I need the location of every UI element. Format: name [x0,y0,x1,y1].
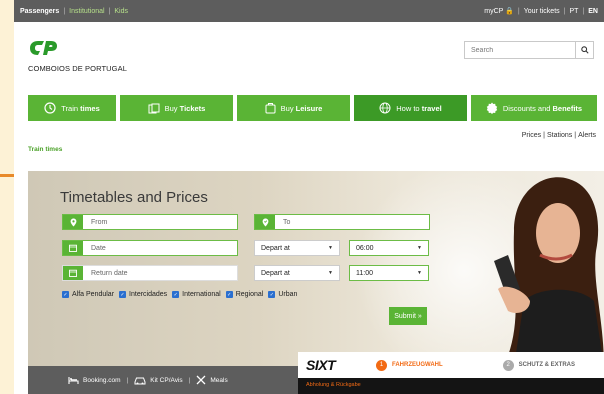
hero-photo-woman [494,177,604,366]
caret-down-icon: ▼ [417,270,422,276]
calendar-icon [63,241,83,255]
to-field[interactable]: To [254,214,430,230]
checkbox-regional[interactable]: ✓ Regional [225,291,263,298]
location-check-icon [255,215,275,229]
link-your-tickets[interactable]: Your tickets [524,8,560,15]
cp-logo[interactable] [28,40,58,56]
bed-icon [68,376,79,384]
link-stations[interactable]: Stations [547,132,572,139]
caret-down-icon: ▼ [417,245,422,251]
from-field[interactable]: From [62,214,238,230]
leisure-icon [265,103,276,114]
lang-pt[interactable]: PT [569,8,578,15]
caret-down-icon: ▼ [328,270,333,276]
link-kit-cp-avis[interactable]: Kit CP/Avis [134,376,183,385]
globe-icon [379,102,391,114]
search-icon [580,46,589,54]
checkmark-icon: ✓ [225,291,233,298]
breadcrumb[interactable]: Train times [28,146,62,153]
main-nav: Train times Buy Tickets Buy Leisure How … [28,95,597,121]
checkbox-international[interactable]: ✓ International [172,291,221,298]
bottom-links-bar: Booking.com | Kit CP/Avis | Meals [28,366,298,394]
link-booking[interactable]: Booking.com [68,376,121,385]
sixt-advertisement[interactable]: SIXT 1 FAHRZEUGWAHL 2 SCHUTZ & EXTRAS Abho… [298,352,604,394]
calendar-icon [63,266,83,280]
from-placeholder: From [91,218,108,226]
ad-step-2: 2 SCHUTZ & EXTRAS [502,359,575,371]
ad-pickup-return: Abholung & Rückgabe [298,378,604,394]
timetable-hero: Timetables and Prices From To Date Depar… [28,171,604,366]
date-field[interactable]: Date [62,240,238,256]
nav-how-to-travel[interactable]: How to travel [354,95,467,121]
to-placeholder: To [283,218,291,226]
depart-select-2[interactable]: Depart at ▼ [254,265,340,281]
link-passengers[interactable]: Passengers [20,8,59,15]
search-input[interactable] [465,42,575,58]
search-button[interactable] [575,42,593,58]
submit-button[interactable]: Submit » [389,307,427,325]
form-title: Timetables and Prices [60,189,208,206]
time-select-1[interactable]: 06:00 ▼ [349,240,429,256]
return-date-field[interactable]: Return date [62,265,238,281]
lock-icon: 🔒 [505,8,514,15]
tickets-icon [148,103,160,113]
lang-en[interactable]: EN [588,8,598,15]
link-kids[interactable]: Kids [114,8,128,15]
top-bar: Passengers | Institutional | Kids myCP 🔒… [14,0,604,22]
search-box [464,41,594,59]
nav-discounts-benefits[interactable]: Discounts and Benefits [471,95,597,121]
date-placeholder: Date [91,244,106,252]
location-pin-icon [63,215,83,229]
link-institutional[interactable]: Institutional [69,8,104,15]
depart-select-1[interactable]: Depart at ▼ [254,240,340,256]
checkmark-icon: ✓ [268,291,276,298]
checkbox-intercidades[interactable]: ✓ Intercidades [119,291,167,298]
logo-text: COMBOIOS DE PORTUGAL [28,64,127,73]
link-prices[interactable]: Prices [522,132,541,139]
link-alerts[interactable]: Alerts [578,132,596,139]
browser-page: Passengers | Institutional | Kids myCP 🔒… [14,0,604,394]
time-select-2[interactable]: 11:00 ▼ [349,265,429,281]
nav-train-times[interactable]: Train times [28,95,116,121]
badge-icon [486,102,498,114]
checkbox-urban[interactable]: ✓ Urban [268,291,297,298]
orange-edge-marker [0,174,14,177]
ad-step-1: 1 FAHRZEUGWAHL [376,359,443,371]
link-mycp[interactable]: myCP 🔒 [484,7,514,15]
train-type-checkboxes: ✓ Alfa Pendular ✓ Intercidades ✓ Internatio… [62,291,297,298]
sub-links: Prices | Stations | Alerts [521,132,596,139]
nav-buy-leisure[interactable]: Buy Leisure [237,95,350,121]
clock-icon [44,102,56,114]
car-icon [134,377,146,384]
checkmark-icon: ✓ [119,291,127,298]
cutlery-icon [196,375,206,385]
nav-buy-tickets[interactable]: Buy Tickets [120,95,233,121]
checkmark-icon: ✓ [172,291,180,298]
checkmark-icon: ✓ [62,291,69,298]
return-placeholder: Return date [91,269,128,277]
caret-down-icon: ▼ [328,245,333,251]
checkbox-alfa-pendular[interactable]: ✓ Alfa Pendular [62,291,114,298]
sixt-logo: SIXT [306,357,336,373]
header: COMBOIOS DE PORTUGAL [14,22,604,90]
link-meals[interactable]: Meals [196,375,228,385]
